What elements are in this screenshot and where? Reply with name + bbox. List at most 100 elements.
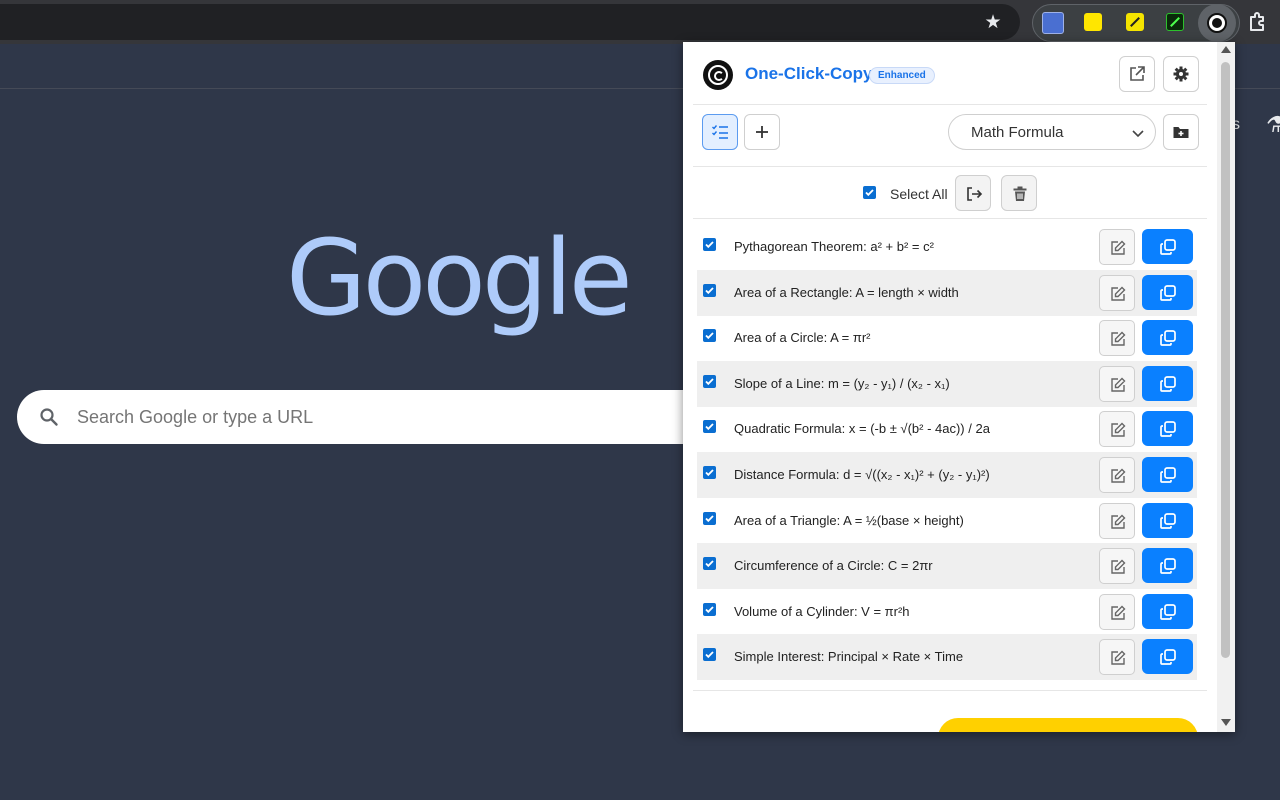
item-text: Slope of a Line: m = (y₂ - y₁) / (x₂ - x…	[734, 375, 950, 391]
list-item: Area of a Circle: A = πr²	[697, 315, 1197, 361]
list-item: Area of a Triangle: A = ½(base × height)	[697, 498, 1197, 544]
copy-item-button[interactable]	[1142, 639, 1193, 675]
copy-icon	[1160, 558, 1176, 575]
google-searchbox[interactable]	[17, 390, 717, 444]
one-click-copy-extension-button[interactable]	[1198, 4, 1236, 42]
edit-item-button[interactable]	[1099, 274, 1135, 311]
list-item: Slope of a Line: m = (y₂ - y₁) / (x₂ - x…	[697, 360, 1197, 407]
category-select-value: Math Formula	[971, 124, 1064, 141]
gear-icon	[1173, 66, 1189, 82]
copy-item-button[interactable]	[1142, 593, 1193, 629]
select-all-checkbox[interactable]	[863, 186, 876, 199]
item-checkbox[interactable]	[703, 420, 716, 434]
copy-item-button[interactable]	[1142, 229, 1193, 264]
terminal-extension-icon[interactable]	[1166, 13, 1184, 31]
list-item: Area of a Rectangle: A = length × width	[697, 269, 1197, 316]
one-click-copy-popup: One-Click-Copy Enhanced Math Formula Sel…	[683, 42, 1235, 732]
copy-item-button[interactable]	[1142, 411, 1193, 447]
popup-scrollbar[interactable]	[1217, 42, 1235, 732]
copy-icon	[1160, 603, 1176, 620]
edit-item-button[interactable]	[1099, 548, 1135, 585]
edit-icon	[1111, 514, 1126, 529]
labs-flask-icon[interactable]: ⚗	[1266, 112, 1280, 138]
bookmark-star-icon[interactable]: ★	[980, 10, 1006, 36]
item-text: Quadratic Formula: x = (-b ± √(b² - 4ac)…	[734, 421, 990, 437]
edit-item-button[interactable]	[1099, 411, 1135, 448]
delete-selected-button[interactable]	[1001, 175, 1037, 211]
export-selected-button[interactable]	[955, 175, 991, 211]
edit-item-button[interactable]	[1099, 229, 1135, 265]
folder-plus-icon	[1173, 127, 1189, 138]
sticky-note-extension-icon[interactable]	[1084, 13, 1102, 31]
trash-icon	[1013, 186, 1027, 201]
scrollbar-thumb[interactable]	[1221, 62, 1230, 658]
browser-toolbar: ★	[0, 0, 1280, 44]
item-text: Area of a Rectangle: A = length × width	[734, 284, 959, 300]
list-item: Distance Formula: d = √((x₂ - x₁)² + (y₂…	[697, 452, 1197, 498]
copy-icon	[1160, 512, 1176, 529]
list-item: Quadratic Formula: x = (-b ± √(b² - 4ac)…	[697, 406, 1197, 452]
extension-1-icon[interactable]	[1042, 12, 1064, 34]
export-icon	[967, 187, 983, 201]
copy-item-button[interactable]	[1142, 548, 1193, 584]
scroll-up-arrow-icon[interactable]	[1221, 46, 1231, 53]
enhanced-badge: Enhanced	[869, 67, 935, 84]
item-checkbox[interactable]	[703, 602, 716, 616]
footer-action-button[interactable]	[938, 718, 1198, 732]
copy-item-button[interactable]	[1142, 502, 1193, 538]
copy-item-button[interactable]	[1142, 365, 1193, 401]
category-select[interactable]: Math Formula	[948, 114, 1156, 150]
item-checkbox[interactable]	[703, 374, 716, 388]
select-all-label: Select All	[890, 186, 948, 202]
extensions-puzzle-icon[interactable]	[1246, 10, 1270, 34]
popup-header: One-Click-Copy Enhanced	[693, 42, 1207, 105]
chevron-down-icon	[1132, 130, 1144, 138]
google-logo: Google	[286, 217, 633, 339]
item-checkbox[interactable]	[703, 648, 716, 662]
copy-item-button[interactable]	[1142, 457, 1193, 492]
item-checkbox[interactable]	[703, 238, 716, 251]
copy-item-button[interactable]	[1142, 320, 1193, 356]
multi-select-toggle-button[interactable]	[702, 114, 738, 150]
item-checkbox[interactable]	[703, 511, 716, 525]
item-checkbox[interactable]	[703, 283, 716, 297]
search-icon	[40, 408, 58, 426]
edit-item-button[interactable]	[1099, 457, 1135, 493]
edit-item-button[interactable]	[1099, 502, 1135, 539]
one-click-copy-extension-icon	[1207, 13, 1227, 33]
address-bar[interactable]	[0, 4, 1020, 40]
copy-icon	[1160, 375, 1176, 392]
edit-icon	[1111, 331, 1126, 346]
edit-icon	[1111, 422, 1126, 438]
copy-icon	[1160, 239, 1176, 255]
search-input[interactable]	[77, 390, 677, 444]
add-item-button[interactable]	[744, 114, 780, 150]
item-text: Distance Formula: d = √((x₂ - x₁)² + (y₂…	[734, 467, 990, 482]
list-item: Simple Interest: Principal × Rate × Time	[697, 634, 1197, 681]
item-checkbox[interactable]	[703, 329, 716, 343]
edit-icon	[1111, 605, 1126, 620]
edit-item-button[interactable]	[1099, 639, 1135, 676]
settings-button[interactable]	[1163, 56, 1199, 92]
open-external-button[interactable]	[1119, 56, 1155, 92]
item-checkbox[interactable]	[703, 557, 716, 571]
list-item: Circumference of a Circle: C = 2πr	[697, 543, 1197, 590]
external-link-icon	[1130, 66, 1145, 81]
item-checkbox[interactable]	[703, 466, 716, 479]
scroll-down-arrow-icon[interactable]	[1221, 719, 1231, 726]
checklist-icon	[712, 125, 728, 139]
item-text: Area of a Triangle: A = ½(base × height)	[734, 512, 964, 528]
add-category-button[interactable]	[1163, 114, 1199, 150]
highlighter-extension-icon[interactable]	[1126, 13, 1144, 31]
edit-item-button[interactable]	[1099, 593, 1135, 630]
footer-divider	[693, 690, 1207, 691]
item-text: Area of a Circle: A = πr²	[734, 330, 871, 346]
item-text: Volume of a Cylinder: V = πr²h	[734, 603, 910, 619]
copy-item-button[interactable]	[1142, 274, 1193, 310]
edit-item-button[interactable]	[1099, 365, 1135, 402]
edit-icon	[1111, 240, 1126, 255]
list-item: Volume of a Cylinder: V = πr²h	[697, 589, 1197, 635]
plus-icon	[756, 126, 768, 138]
edit-item-button[interactable]	[1099, 320, 1135, 357]
item-text: Simple Interest: Principal × Rate × Time	[734, 649, 964, 665]
